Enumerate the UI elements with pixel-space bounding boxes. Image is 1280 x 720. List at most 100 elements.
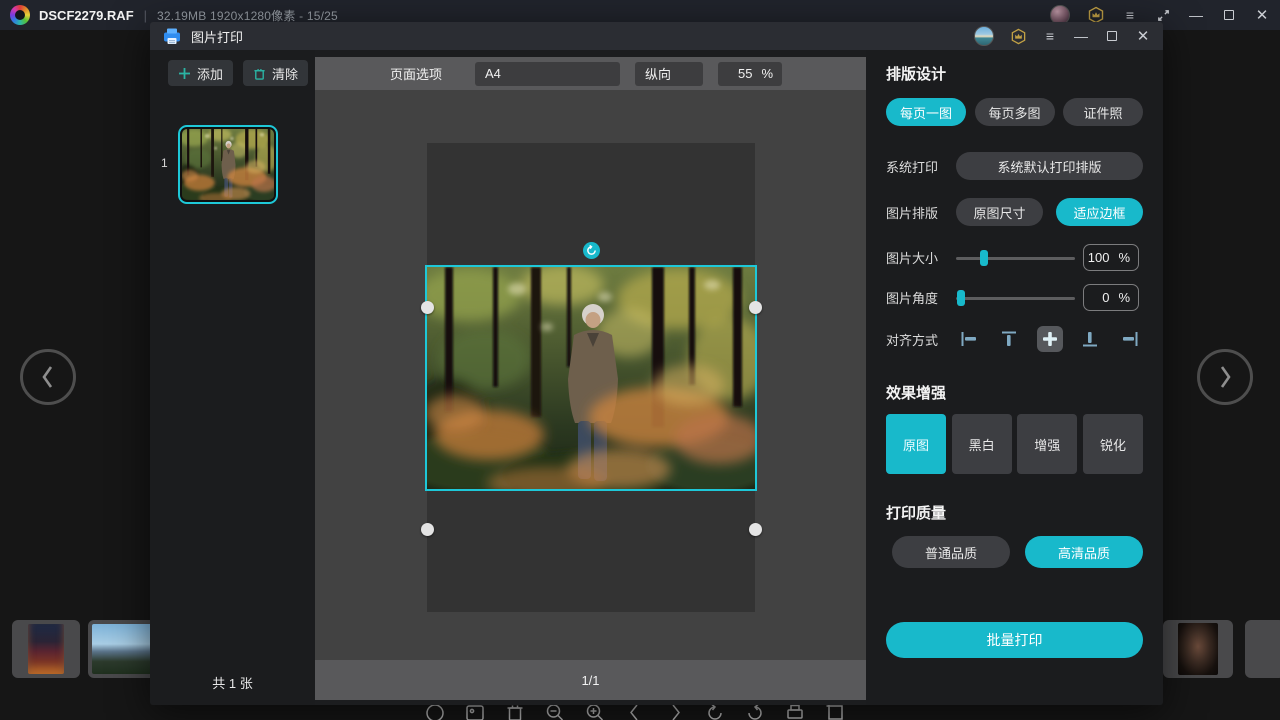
align-center-icon[interactable] xyxy=(1037,326,1063,352)
thumbnail-landscape xyxy=(92,624,154,674)
dialog-close-button[interactable]: ✕ xyxy=(1135,28,1151,44)
print-preview-canvas[interactable] xyxy=(315,90,866,660)
zoom-unit: % xyxy=(761,66,773,81)
minimize-button[interactable]: — xyxy=(1188,7,1204,23)
paper-size-select[interactable]: A4 xyxy=(475,62,620,86)
rotate-handle[interactable] xyxy=(583,242,600,259)
fullscreen-icon[interactable] xyxy=(1155,7,1171,23)
app-logo-icon xyxy=(10,5,30,25)
thumbnail-hooded-man xyxy=(1178,623,1218,675)
thumbnail-night-city xyxy=(28,624,64,674)
alignment-label: 对齐方式 xyxy=(886,330,952,349)
image-size-slider[interactable] xyxy=(956,250,1075,266)
resize-handle-bottom-left[interactable] xyxy=(421,523,434,536)
page-indicator-bar: 1/1 xyxy=(315,660,866,700)
printer-icon xyxy=(162,27,182,46)
image-size-valuebox[interactable]: 100 % xyxy=(1083,244,1139,271)
resize-handle-bottom-right[interactable] xyxy=(749,523,762,536)
screen: DSCF2279.RAF | 32.19MB 1920x1280像素 - 15/… xyxy=(0,0,1280,720)
system-print-label: 系统打印 xyxy=(886,157,952,176)
filmstrip-thumbnail[interactable] xyxy=(1245,620,1280,678)
image-angle-valuebox[interactable]: 0 % xyxy=(1083,284,1139,311)
resize-handle-top-right[interactable] xyxy=(749,301,762,314)
image-angle-label: 图片角度 xyxy=(886,288,952,307)
trash-icon xyxy=(253,67,266,80)
effect-original-button[interactable]: 原图 xyxy=(886,414,946,474)
image-angle-value: 0 xyxy=(1102,290,1109,305)
fit-frame-button[interactable]: 适应边框 xyxy=(1056,198,1143,226)
quality-hd-button[interactable]: 高清品质 xyxy=(1025,536,1143,568)
page-indicator: 1/1 xyxy=(581,673,599,688)
layout-multi-per-page-button[interactable]: 每页多图 xyxy=(975,98,1055,126)
effect-enhance-button[interactable]: 增强 xyxy=(1017,414,1077,474)
image-size-slider-thumb[interactable] xyxy=(980,250,988,266)
image-angle-slider[interactable] xyxy=(956,290,1075,306)
dialog-maximize-button[interactable] xyxy=(1104,28,1120,44)
titlebar-divider: | xyxy=(144,8,147,23)
add-image-button[interactable]: 添加 xyxy=(168,60,233,86)
system-default-layout-button[interactable]: 系统默认打印排版 xyxy=(956,152,1143,180)
menu-icon[interactable]: ≡ xyxy=(1122,7,1138,23)
print-settings-panel: 排版设计 每页一图 每页多图 证件照 系统打印 系统默认打印排版 图片排版 原图… xyxy=(866,50,1163,705)
dialog-titlebar: 图片打印 ≡ — ✕ xyxy=(150,22,1163,50)
clear-images-button[interactable]: 清除 xyxy=(243,60,308,86)
filmstrip-thumbnail[interactable] xyxy=(12,620,80,678)
add-button-label: 添加 xyxy=(197,64,223,83)
close-button[interactable]: ✕ xyxy=(1254,7,1270,23)
batch-print-button[interactable]: 批量打印 xyxy=(886,622,1143,658)
image-size-value: 100 xyxy=(1088,250,1110,265)
maximize-button[interactable] xyxy=(1221,7,1237,23)
chevron-left-icon xyxy=(36,363,60,391)
filmstrip-thumbnail[interactable] xyxy=(88,620,158,678)
forest-photo xyxy=(427,267,755,489)
page-options-label: 页面选项 xyxy=(390,64,442,83)
chevron-right-icon xyxy=(1213,363,1237,391)
image-angle-slider-thumb[interactable] xyxy=(957,290,965,306)
clear-button-label: 清除 xyxy=(272,64,298,83)
user-avatar[interactable] xyxy=(974,26,994,46)
rotate-icon xyxy=(586,245,597,256)
align-right-icon[interactable] xyxy=(1117,326,1143,352)
layout-id-photo-button[interactable]: 证件照 xyxy=(1063,98,1143,126)
image-angle-unit: % xyxy=(1118,290,1130,305)
placed-photo[interactable] xyxy=(427,267,755,489)
next-image-button[interactable] xyxy=(1197,349,1253,405)
thumbnail-forest-photo xyxy=(182,129,274,200)
dialog-minimize-button[interactable]: — xyxy=(1073,28,1089,44)
effect-sharpen-button[interactable]: 锐化 xyxy=(1083,414,1143,474)
print-preview-panel: 页面选项 A4 纵向 55 % xyxy=(315,50,866,705)
resize-handle-top-left[interactable] xyxy=(421,301,434,314)
previous-image-button[interactable] xyxy=(20,349,76,405)
page-options-bar: 页面选项 A4 纵向 55 % xyxy=(315,57,866,90)
preview-zoom-input[interactable]: 55 % xyxy=(718,62,782,86)
image-layout-label: 图片排版 xyxy=(886,203,952,222)
effects-section-title: 效果增强 xyxy=(886,382,946,403)
align-bottom-icon[interactable] xyxy=(1077,326,1103,352)
zoom-value: 55 xyxy=(738,66,752,81)
quality-normal-button[interactable]: 普通品质 xyxy=(892,536,1010,568)
file-name: DSCF2279.RAF xyxy=(39,8,134,23)
align-left-icon[interactable] xyxy=(956,326,982,352)
menu-icon[interactable]: ≡ xyxy=(1042,28,1058,44)
print-dialog: 图片打印 ≡ — ✕ 添加 清除 xyxy=(150,22,1163,705)
print-list-panel: 添加 清除 1 共 1 张 xyxy=(150,50,315,705)
image-size-label: 图片大小 xyxy=(886,248,952,267)
layout-section-title: 排版设计 xyxy=(886,63,946,84)
file-info: 32.19MB 1920x1280像素 - 15/25 xyxy=(157,7,338,24)
paper-size-value: A4 xyxy=(485,66,501,81)
image-size-unit: % xyxy=(1118,250,1130,265)
vip-crown-badge-icon[interactable] xyxy=(1009,27,1027,45)
layout-one-per-page-button[interactable]: 每页一图 xyxy=(886,98,966,126)
orientation-value: 纵向 xyxy=(645,64,671,83)
orientation-select[interactable]: 纵向 xyxy=(635,62,703,86)
total-count-label: 共 1 张 xyxy=(150,673,315,692)
plus-icon xyxy=(178,67,191,80)
original-size-button[interactable]: 原图尺寸 xyxy=(956,198,1043,226)
selected-print-thumbnail[interactable] xyxy=(178,125,278,204)
dialog-title: 图片打印 xyxy=(191,27,243,46)
thumbnail-index: 1 xyxy=(161,156,168,170)
effect-bw-button[interactable]: 黑白 xyxy=(952,414,1012,474)
align-top-icon[interactable] xyxy=(996,326,1022,352)
quality-section-title: 打印质量 xyxy=(886,502,946,523)
filmstrip-thumbnail[interactable] xyxy=(1163,620,1233,678)
